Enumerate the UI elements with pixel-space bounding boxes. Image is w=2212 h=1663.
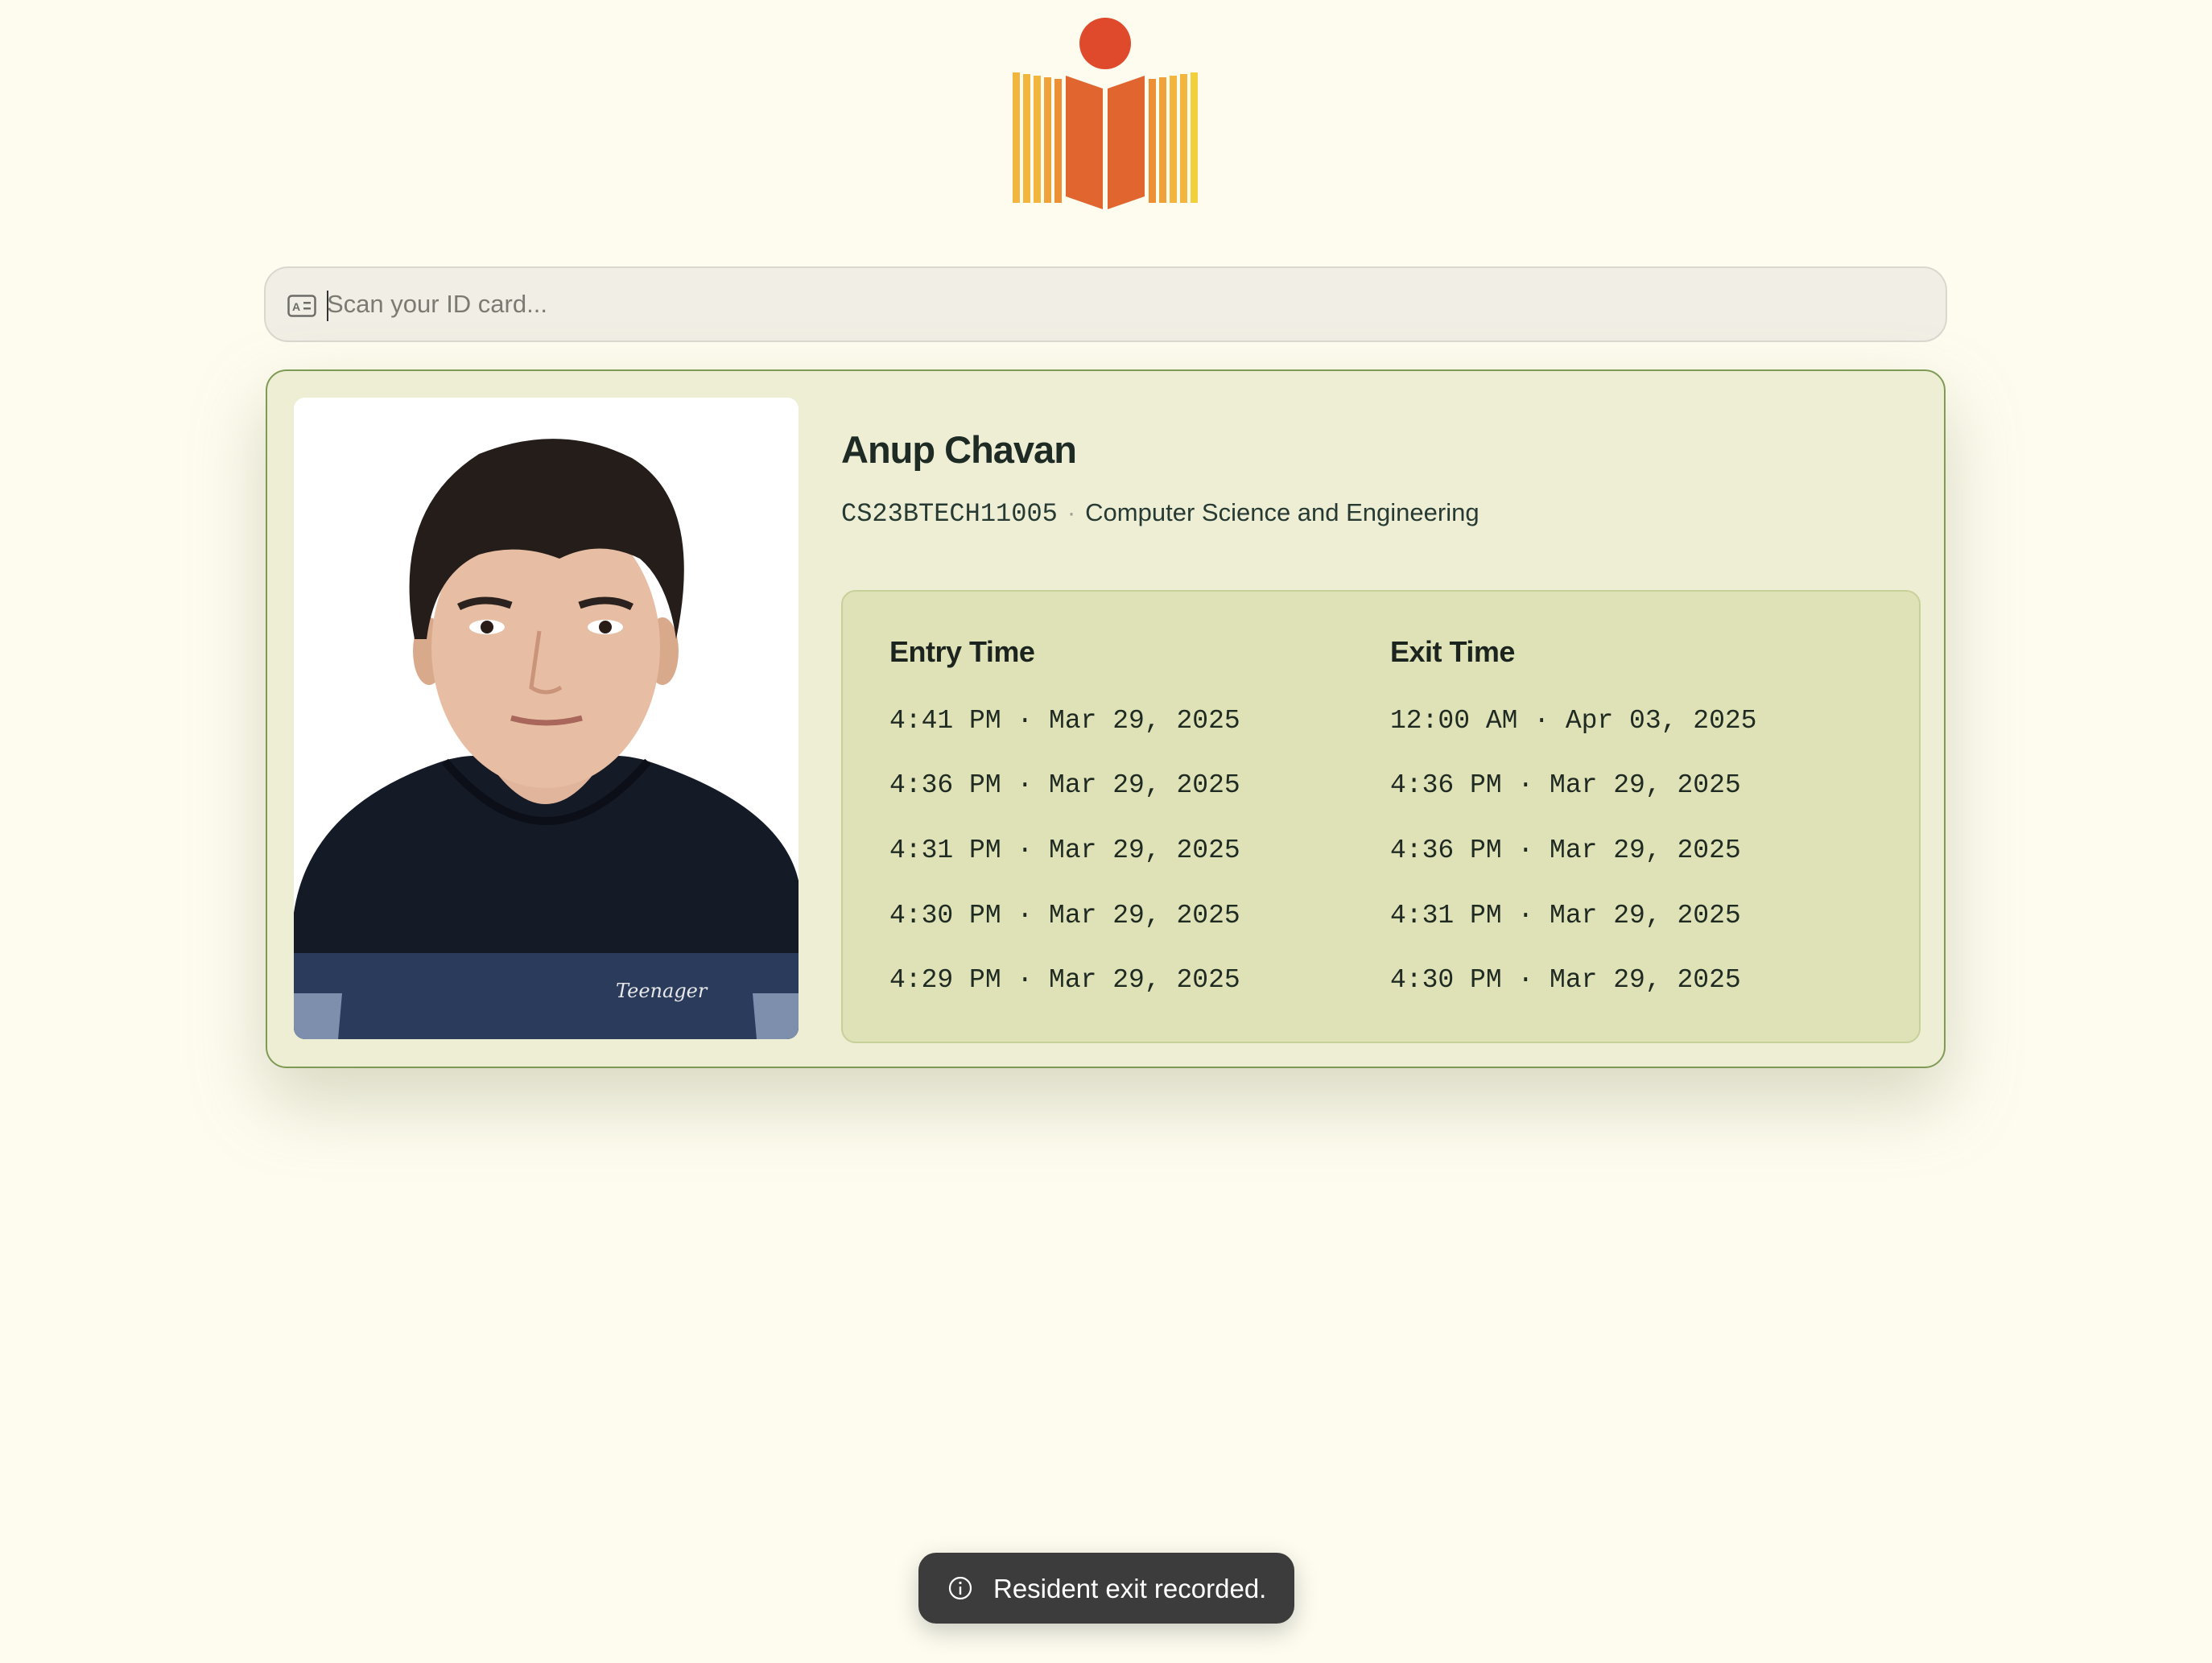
notification-toast[interactable]: Resident exit recorded. [918,1553,1294,1624]
entry-time-row: 4:31 PM · Mar 29, 2025 [889,836,1240,865]
separator-dot: · [1067,498,1076,526]
exit-time-row: 4:31 PM · Mar 29, 2025 [1390,901,1741,931]
id-scan-bar: A [264,266,1947,342]
institute-logo-icon [1013,18,1198,209]
entry-exit-log: Entry Time 4:41 PM · Mar 29, 2025 4:36 P… [841,590,1921,1043]
entry-time-row: 4:29 PM · Mar 29, 2025 [889,965,1240,995]
id-scan-input[interactable] [327,268,1921,340]
svg-text:Teenager: Teenager [616,980,708,1002]
svg-text:A: A [292,300,300,313]
exit-time-row: 4:36 PM · Mar 29, 2025 [1390,836,1741,865]
entry-time-row: 4:41 PM · Mar 29, 2025 [889,706,1240,736]
roll-number: CS23BTECH11005 [841,499,1058,529]
department: Computer Science and Engineering [1085,498,1479,526]
entry-time-row: 4:36 PM · Mar 29, 2025 [889,770,1240,800]
text-cursor [327,291,328,321]
info-icon [948,1576,972,1600]
student-name: Anup Chavan [841,428,1077,471]
entry-time-row: 4:30 PM · Mar 29, 2025 [889,901,1240,931]
entry-time-header: Entry Time [889,635,1035,668]
student-photo: Teenager [294,398,799,1039]
exit-time-row: 4:30 PM · Mar 29, 2025 [1390,965,1741,995]
exit-time-row: 12:00 AM · Apr 03, 2025 [1390,706,1757,736]
exit-time-header: Exit Time [1390,635,1515,668]
student-details: CS23BTECH11005 · Computer Science and Engi… [841,498,1479,529]
exit-time-row: 4:36 PM · Mar 29, 2025 [1390,770,1741,800]
toast-message: Resident exit recorded. [993,1574,1267,1603]
student-card: Teenager Anup Chavan CS23BTECH11005 · Comp… [266,369,1946,1068]
id-card-icon: A [287,295,316,317]
